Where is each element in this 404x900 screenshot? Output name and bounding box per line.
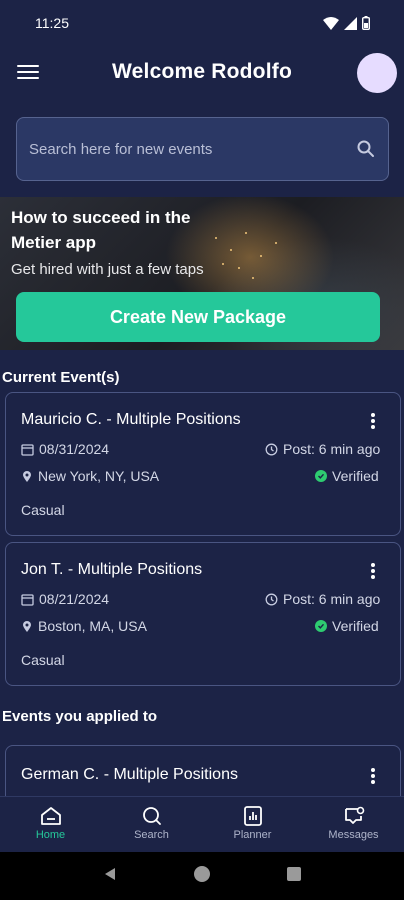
messages-icon (344, 806, 364, 824)
event-posted: Post: 6 min ago (265, 441, 380, 457)
clock-icon (265, 593, 278, 605)
event-location: New York, NY, USA (21, 468, 159, 484)
home-icon (40, 807, 61, 825)
event-card[interactable]: Mauricio C. - Multiple Positions 08/31/2… (5, 392, 401, 536)
status-icons (323, 16, 370, 30)
location-pin-icon (23, 620, 31, 632)
calendar-icon (21, 593, 34, 606)
event-name: Jon T. - Multiple Positions (21, 561, 203, 578)
nav-home-label: Home (35, 829, 66, 841)
wifi-icon (323, 16, 339, 30)
event-posted: Post: 6 min ago (265, 591, 380, 607)
app-header: Welcome Rodolfo (0, 46, 404, 102)
recents-icon[interactable] (286, 866, 302, 887)
event-name: German C. - Multiple Positions (21, 766, 238, 783)
search-icon[interactable] (356, 139, 376, 159)
bottom-nav: Home Search Planner Messages (0, 796, 404, 852)
verified-check-icon (315, 620, 327, 632)
nav-messages-label: Messages (328, 829, 379, 841)
nav-search-label: Search (134, 829, 169, 841)
applied-events-heading: Events you applied to (2, 708, 158, 725)
nav-search[interactable]: Search (101, 797, 202, 852)
event-location: Boston, MA, USA (21, 618, 147, 634)
current-events-heading: Current Event(s) (2, 369, 120, 386)
event-status: Verified (315, 618, 379, 634)
status-bar: 11:25 (0, 0, 404, 46)
calendar-icon (21, 443, 34, 456)
event-status: Verified (315, 468, 379, 484)
event-tag: Casual (21, 652, 65, 668)
event-tag: Casual (21, 502, 65, 518)
avatar[interactable] (357, 53, 397, 93)
search-input[interactable] (29, 140, 350, 158)
nav-planner[interactable]: Planner (202, 797, 303, 852)
nav-messages[interactable]: Messages (303, 797, 404, 852)
status-time: 11:25 (35, 15, 69, 31)
promo-banner: How to succeed in the Metier app Get hir… (0, 197, 404, 350)
banner-title: How to succeed in the Metier app (11, 208, 191, 252)
back-icon[interactable] (102, 866, 118, 887)
event-date: 08/21/2024 (21, 591, 109, 607)
more-options-icon[interactable] (370, 563, 376, 579)
signal-icon (344, 16, 357, 30)
more-options-icon[interactable] (370, 768, 376, 784)
search-icon (142, 807, 161, 825)
verified-check-icon (315, 470, 327, 482)
event-name: Mauricio C. - Multiple Positions (21, 411, 241, 428)
event-date: 08/31/2024 (21, 441, 109, 457)
home-circle-icon[interactable] (193, 865, 211, 888)
location-pin-icon (23, 470, 31, 482)
more-options-icon[interactable] (370, 413, 376, 429)
search-box (16, 117, 389, 181)
banner-subtitle: Get hired with just a few taps (11, 261, 204, 278)
clock-icon (265, 443, 278, 455)
system-nav-bar (0, 852, 404, 900)
nav-home[interactable]: Home (0, 797, 101, 852)
nav-planner-label: Planner (233, 829, 272, 841)
page-title: Welcome Rodolfo (112, 60, 292, 83)
battery-icon (362, 16, 370, 30)
planner-icon (243, 806, 262, 826)
event-card[interactable]: Jon T. - Multiple Positions 08/21/2024 P… (5, 542, 401, 686)
create-package-button[interactable]: Create New Package (16, 292, 380, 342)
